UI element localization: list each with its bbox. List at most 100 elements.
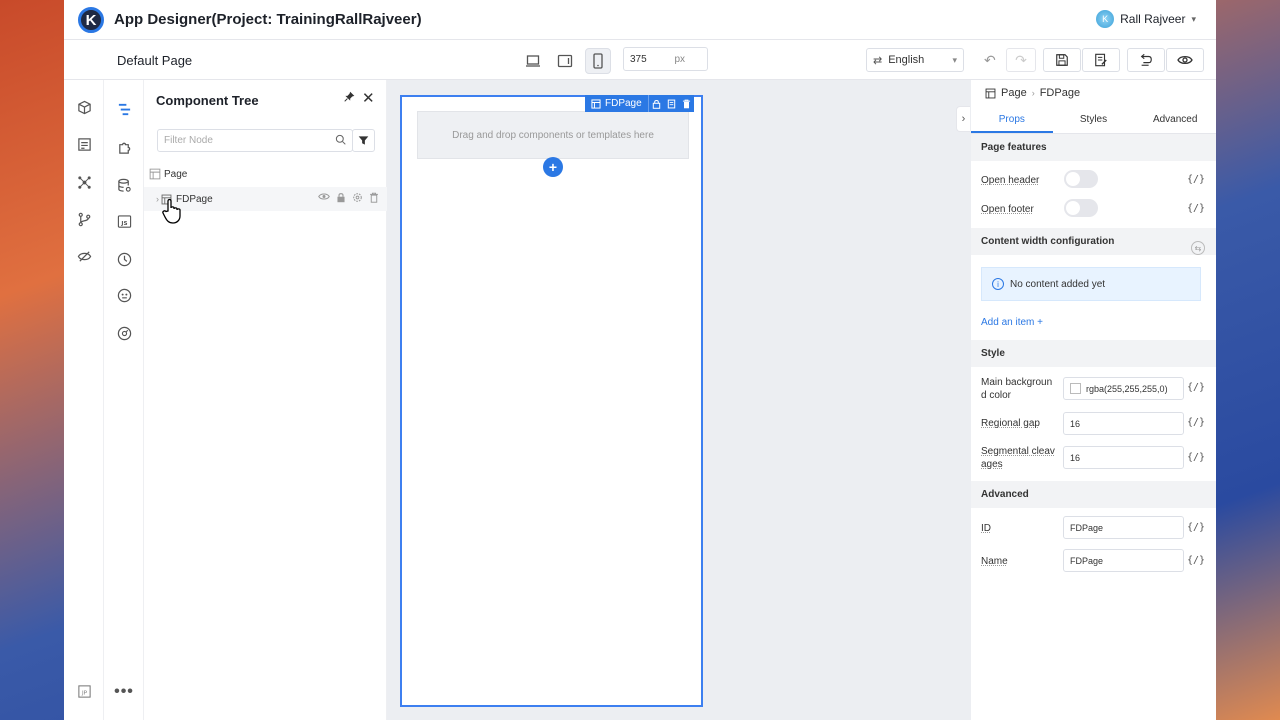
add-item-link[interactable]: Add an item + xyxy=(981,317,1043,328)
expression-button[interactable]: {/} xyxy=(1187,555,1205,566)
history-button[interactable] xyxy=(1127,48,1165,72)
language-select[interactable]: ⇄ English ▾ xyxy=(866,48,964,72)
expression-button[interactable]: {/} xyxy=(1187,452,1205,463)
regional-gap-input[interactable]: 16 xyxy=(1063,412,1184,435)
cube-icon[interactable] xyxy=(74,97,94,117)
svg-text:JS: JS xyxy=(120,220,127,226)
color-swatch[interactable] xyxy=(1070,383,1081,394)
lock-icon[interactable] xyxy=(336,192,346,206)
chevron-down-icon: ▾ xyxy=(1191,13,1196,24)
open-header-label: Open header xyxy=(981,175,1040,186)
expression-button[interactable]: {/} xyxy=(1187,522,1205,533)
return-icon xyxy=(1140,53,1152,66)
open-header-toggle[interactable] xyxy=(1064,170,1098,188)
database-settings-icon[interactable] xyxy=(114,175,134,195)
preview-button[interactable] xyxy=(1166,48,1204,72)
add-component-button[interactable]: + xyxy=(543,157,563,177)
section-header: Page features xyxy=(971,134,1216,161)
language-value: English xyxy=(888,54,925,66)
save-button[interactable] xyxy=(1043,48,1081,72)
copy-icon[interactable] xyxy=(664,95,679,112)
pin-icon[interactable] xyxy=(344,91,355,105)
tree-node-label: Page xyxy=(164,168,188,180)
phone-icon xyxy=(593,53,603,69)
redo-icon: ↷ xyxy=(1015,51,1027,68)
properties-panel: Page › FDPage Props Styles Advanced Page… xyxy=(971,80,1216,720)
breadcrumb-item[interactable]: FDPage xyxy=(1040,87,1080,99)
open-footer-label: Open footer xyxy=(981,204,1034,215)
badge-label: FDPage xyxy=(585,95,649,112)
cursor-hand-icon xyxy=(162,198,182,229)
drop-zone[interactable]: Drag and drop components or templates he… xyxy=(417,111,689,159)
filter-button[interactable] xyxy=(352,129,375,152)
desktop-view-button[interactable] xyxy=(520,48,546,74)
branch-icon[interactable] xyxy=(74,209,94,229)
tab-advanced[interactable]: Advanced xyxy=(1134,108,1216,133)
name-input[interactable]: FDPage xyxy=(1063,549,1184,572)
publish-button[interactable] xyxy=(1082,48,1120,72)
gauge-icon[interactable] xyxy=(114,323,134,343)
mobile-view-button[interactable] xyxy=(585,48,611,74)
translate-icon: ⇄ xyxy=(873,54,883,67)
funnel-icon xyxy=(358,136,369,145)
expression-button[interactable]: {/} xyxy=(1187,174,1205,185)
id-input[interactable]: FDPage xyxy=(1063,516,1184,539)
bg-color-input[interactable]: rgba(255,255,255,0) xyxy=(1063,377,1184,400)
app-title: App Designer(Project: TrainingRallRajvee… xyxy=(114,11,422,28)
props-tabs: Props Styles Advanced xyxy=(971,108,1216,134)
tab-props[interactable]: Props xyxy=(971,108,1053,133)
jp-icon[interactable]: JP xyxy=(74,681,94,701)
close-icon[interactable]: ✕ xyxy=(362,89,375,107)
open-footer-toggle[interactable] xyxy=(1064,199,1098,217)
eye-icon[interactable] xyxy=(318,192,330,206)
selected-component-badge[interactable]: FDPage xyxy=(585,95,694,112)
document-edit-icon xyxy=(1095,53,1107,67)
page-title: Default Page xyxy=(117,53,193,68)
top-bar: K App Designer(Project: TrainingRallRajv… xyxy=(64,0,1216,40)
robot-icon[interactable] xyxy=(114,285,134,305)
redo-button[interactable]: ↷ xyxy=(1006,48,1036,72)
filter-node-input[interactable]: Filter Node xyxy=(157,129,353,152)
eye-off-icon[interactable] xyxy=(74,246,94,266)
lock-icon[interactable] xyxy=(649,95,664,112)
expression-button[interactable]: {/} xyxy=(1187,382,1205,393)
settings-icon[interactable]: ⇆ xyxy=(1191,241,1205,255)
settings-icon[interactable] xyxy=(352,192,363,206)
primary-nav-rail: JP xyxy=(64,40,104,720)
laptop-icon xyxy=(526,55,540,67)
section-header: Content width configuration xyxy=(971,228,1216,255)
trash-icon[interactable] xyxy=(369,192,379,206)
filter-placeholder: Filter Node xyxy=(164,135,213,146)
regional-gap-label: Regional gap xyxy=(981,418,1040,429)
clock-icon[interactable] xyxy=(114,249,134,269)
tablet-view-button[interactable] xyxy=(552,48,578,74)
more-icon[interactable]: ••• xyxy=(114,682,134,702)
chevron-right-icon[interactable]: › xyxy=(156,194,159,204)
mobile-frame[interactable]: Drag and drop components or templates he… xyxy=(400,95,703,707)
avatar: K xyxy=(1096,10,1115,28)
user-menu[interactable]: K Rall Rajveer ▾ xyxy=(1096,10,1196,28)
collapse-props-button[interactable]: › xyxy=(956,106,970,132)
component-tree-icon[interactable] xyxy=(114,99,134,119)
tab-styles[interactable]: Styles xyxy=(1053,108,1135,133)
puzzle-icon[interactable] xyxy=(114,137,134,157)
form-icon[interactable] xyxy=(74,134,94,154)
undo-button[interactable]: ↶ xyxy=(984,48,996,72)
expression-button[interactable]: {/} xyxy=(1187,203,1205,214)
drop-hint: Drag and drop components or templates he… xyxy=(452,129,654,141)
trash-icon[interactable] xyxy=(679,95,694,112)
segmental-cleavages-input[interactable]: 16 xyxy=(1063,446,1184,469)
section-header: Advanced xyxy=(971,481,1216,508)
js-icon[interactable]: JS xyxy=(114,211,134,231)
expression-button[interactable]: {/} xyxy=(1187,417,1205,428)
width-value: 375 xyxy=(630,53,647,65)
undo-icon: ↶ xyxy=(984,51,996,68)
page-icon xyxy=(985,88,996,98)
width-unit: px xyxy=(674,53,685,65)
network-icon[interactable] xyxy=(74,172,94,192)
tree-node-page[interactable]: Page xyxy=(144,162,387,186)
breadcrumb-item[interactable]: Page xyxy=(1001,87,1027,99)
app-logo: K xyxy=(78,7,104,33)
canvas-width-input[interactable]: 375 px xyxy=(623,47,708,71)
page-icon xyxy=(149,168,161,180)
